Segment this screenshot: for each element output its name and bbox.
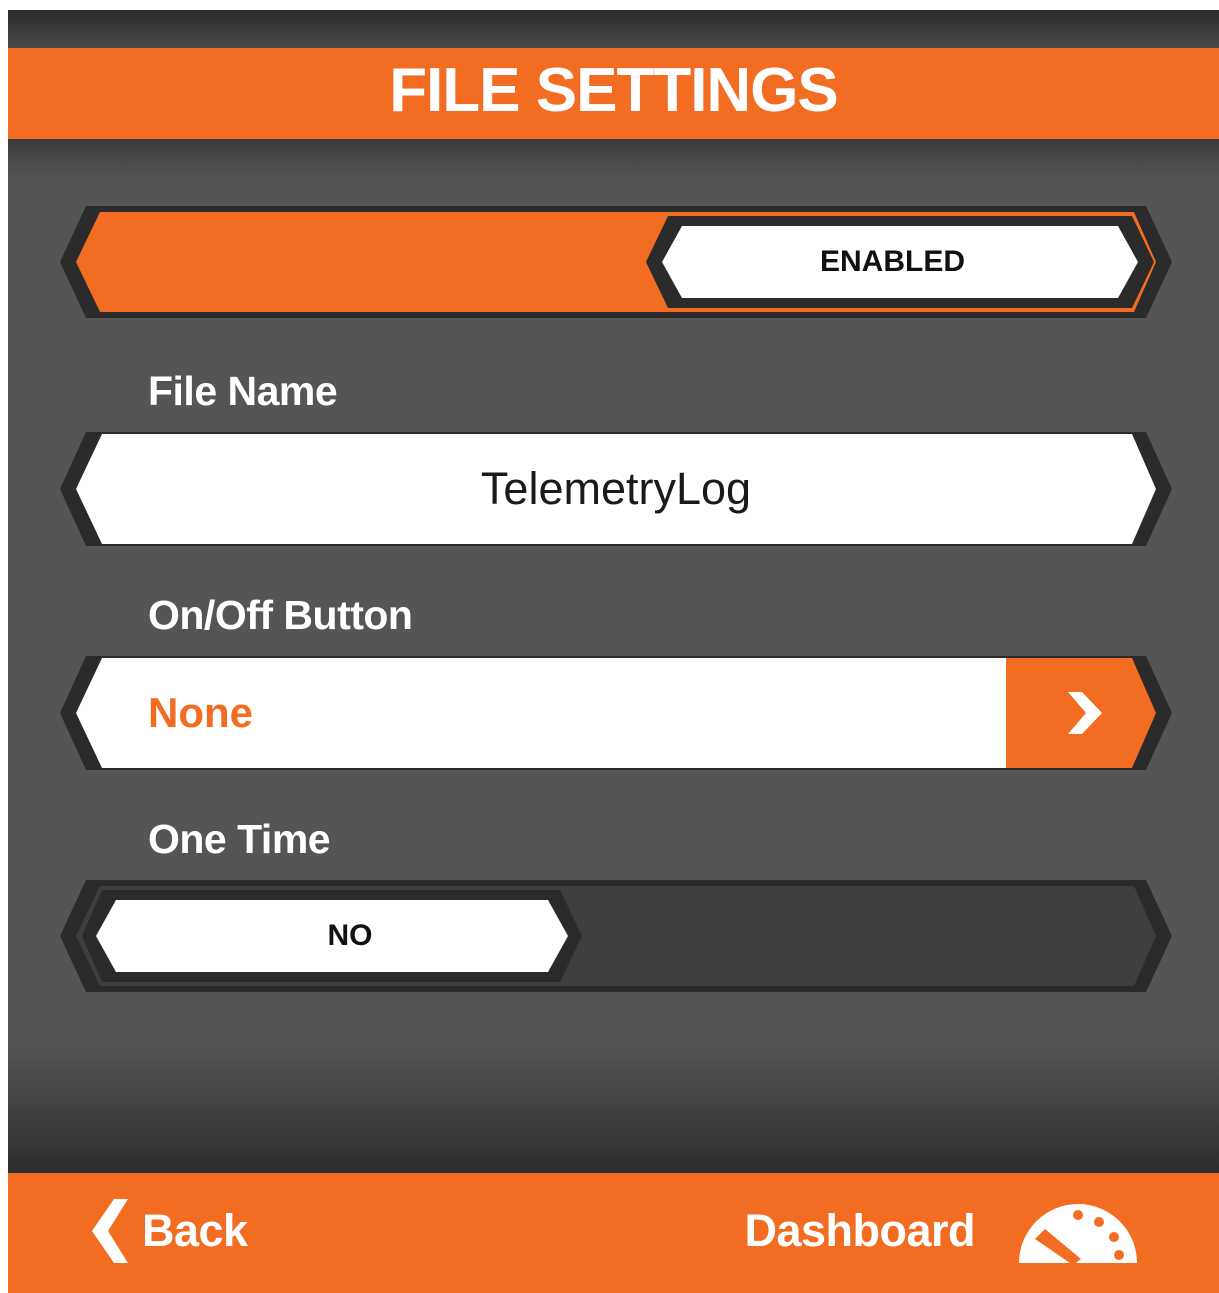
chevron-left-icon [92,1199,128,1263]
one-time-label: One Time [148,816,331,862]
title-shadow [8,139,1219,179]
on-off-button-label: On/Off Button [148,592,413,638]
one-time-toggle[interactable]: NO [60,880,1172,992]
gauge-icon [1019,1204,1137,1265]
on-off-button-selector[interactable]: None [60,656,1172,770]
back-button[interactable]: Back [88,1195,248,1267]
enable-toggle-value: ENABLED [819,245,965,278]
file-name-label: File Name [148,368,338,414]
enable-toggle[interactable]: ENABLED [60,206,1172,318]
file-name-field[interactable]: TelemetryLog [60,432,1172,546]
dashboard-button[interactable]: Dashboard [744,1195,1141,1267]
page-title: FILE SETTINGS [389,56,839,125]
one-time-value: NO [327,919,373,952]
bottom-shade [8,1040,1219,1173]
file-name-value: TelemetryLog [480,463,752,514]
dashboard-label: Dashboard [744,1205,975,1256]
title-bar: FILE SETTINGS [8,48,1219,139]
on-off-button-value: None [148,689,253,736]
bottom-navigation-bar: Back Dashboard [8,1173,1219,1293]
file-settings-screen: FILE SETTINGS ENABLED File Name Telemetr… [8,10,1219,1293]
status-strip [8,10,1219,48]
back-label: Back [142,1205,248,1256]
